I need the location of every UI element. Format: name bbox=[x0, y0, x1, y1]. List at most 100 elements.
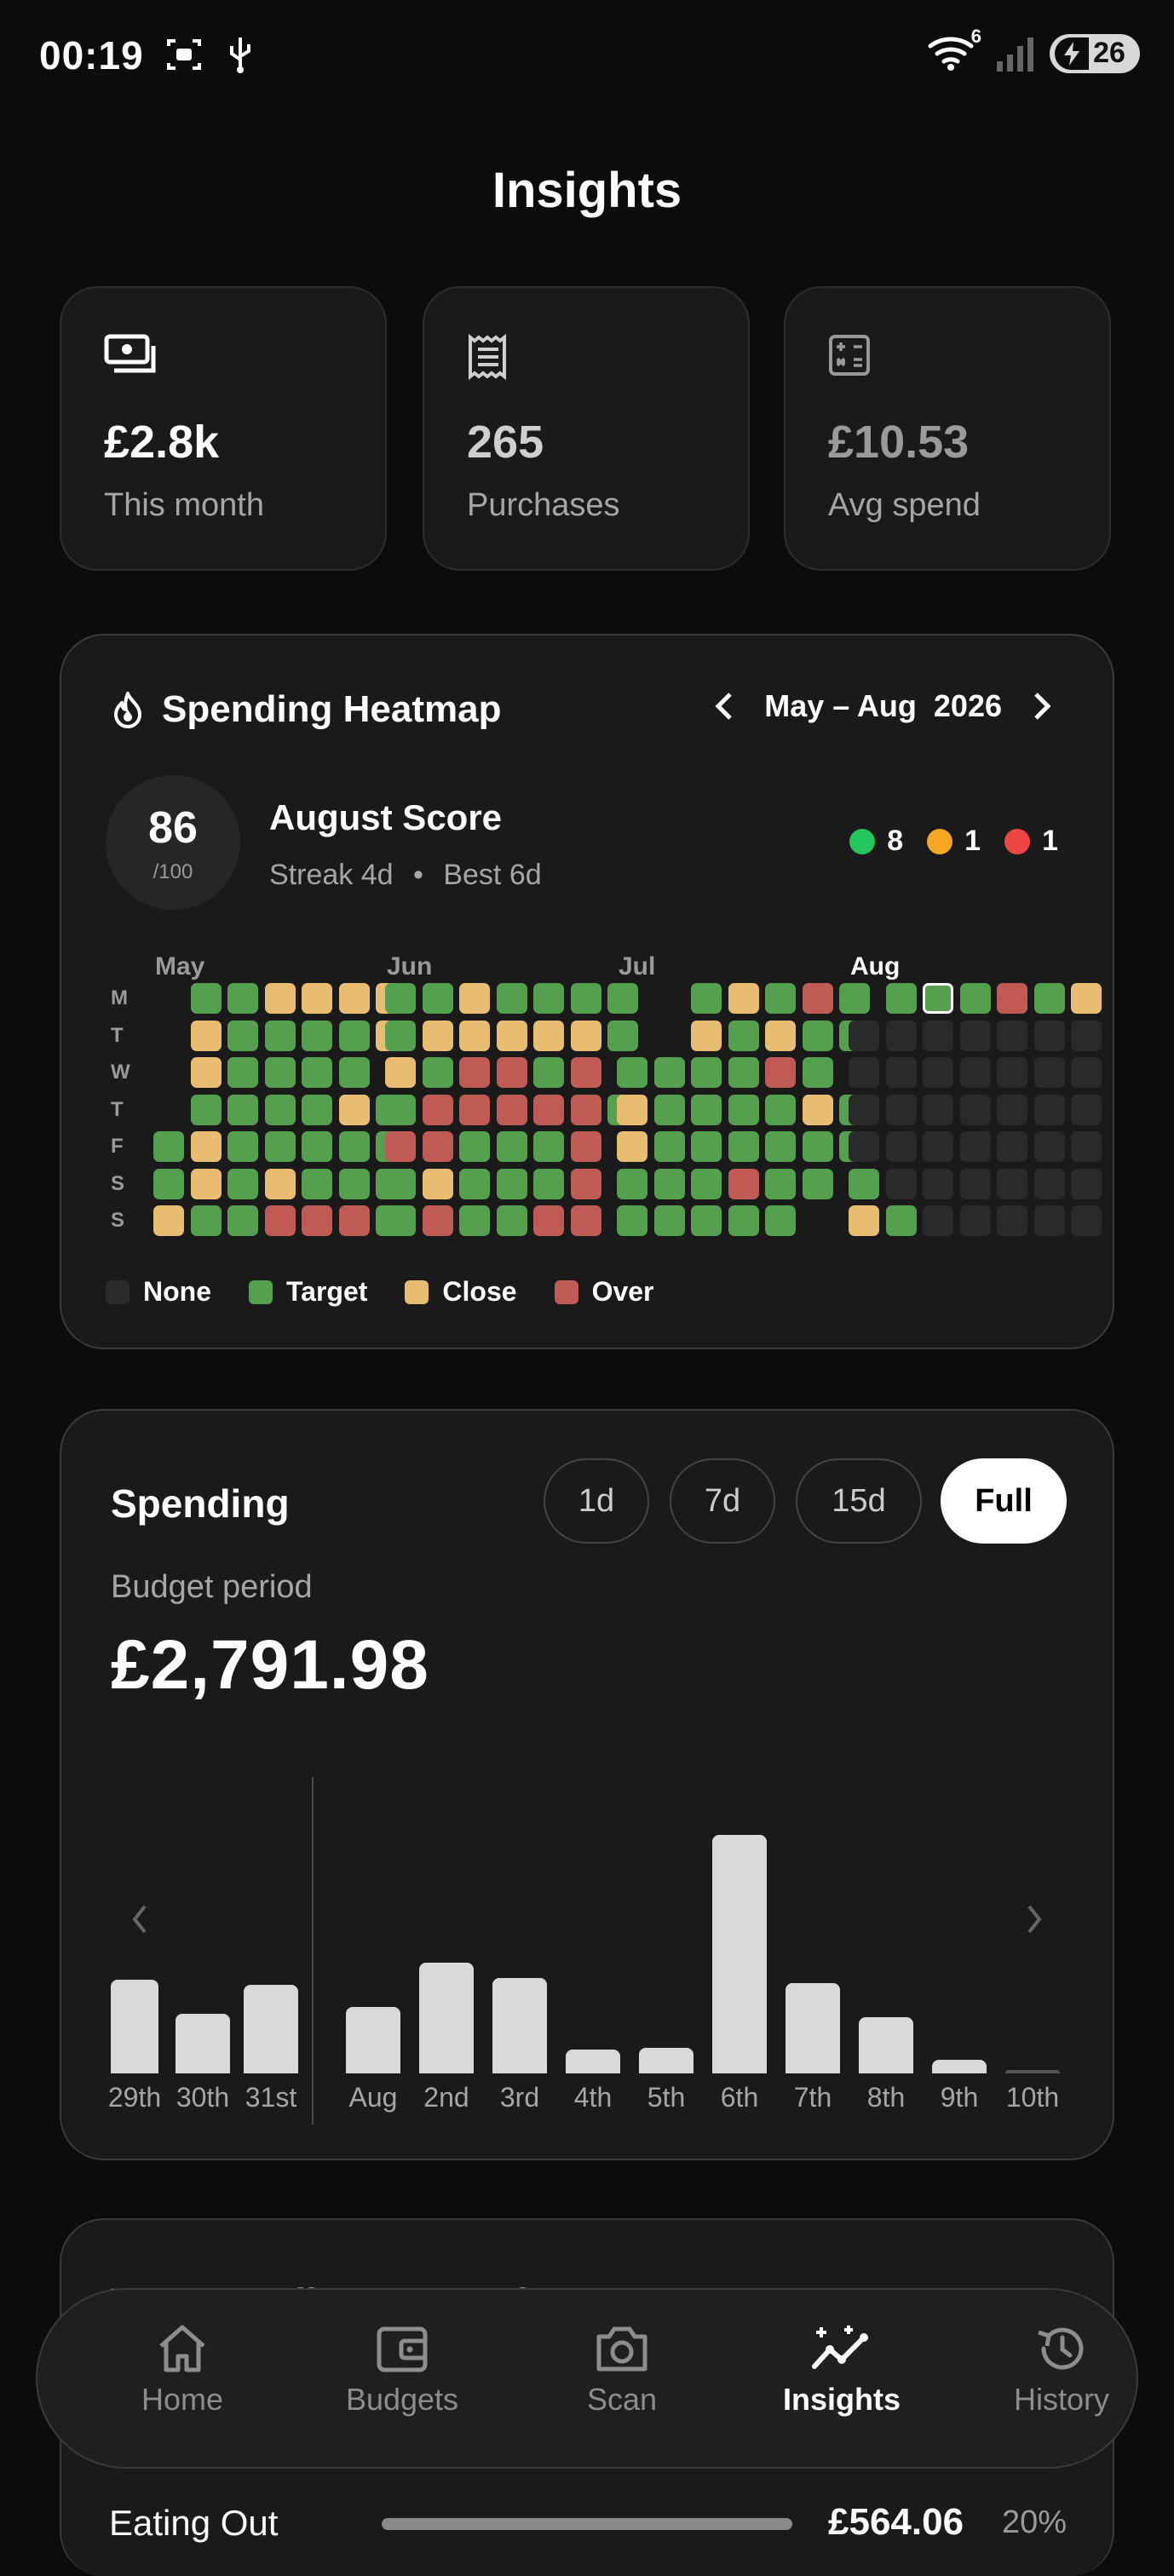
heatmap-cell[interactable] bbox=[691, 983, 722, 1014]
heatmap-cell[interactable] bbox=[959, 983, 991, 1014]
heatmap-cell[interactable] bbox=[728, 1168, 759, 1199]
heatmap-cell[interactable] bbox=[617, 1205, 647, 1236]
heatmap-cell[interactable] bbox=[997, 983, 1027, 1014]
chart-bar[interactable] bbox=[492, 1978, 547, 2073]
heatmap-cell[interactable] bbox=[849, 1131, 879, 1162]
chart-bar[interactable] bbox=[932, 2060, 987, 2073]
heatmap-cell[interactable] bbox=[264, 1131, 296, 1162]
heatmap-cell[interactable] bbox=[885, 1020, 917, 1051]
heatmap-cell[interactable] bbox=[802, 1057, 833, 1088]
heatmap-cell[interactable] bbox=[691, 1020, 722, 1051]
heatmap-cell[interactable] bbox=[728, 1205, 759, 1236]
heatmap-cell[interactable] bbox=[385, 983, 416, 1014]
heatmap-cell[interactable] bbox=[227, 1057, 258, 1088]
heatmap-cell[interactable] bbox=[190, 1057, 222, 1088]
heatmap-cell[interactable] bbox=[923, 1205, 953, 1236]
heatmap-cell[interactable] bbox=[765, 1020, 796, 1051]
heatmap-cell[interactable] bbox=[264, 1094, 296, 1125]
heatmap-cell[interactable] bbox=[997, 1094, 1027, 1125]
heatmap-cell[interactable] bbox=[496, 983, 527, 1014]
heatmap-cell[interactable] bbox=[459, 1131, 490, 1162]
heatmap-cell[interactable] bbox=[653, 1131, 685, 1162]
heatmap-cell[interactable] bbox=[459, 1094, 490, 1125]
heatmap-cell[interactable] bbox=[227, 1020, 258, 1051]
heatmap-cell[interactable] bbox=[570, 1131, 601, 1162]
heatmap-cell[interactable] bbox=[617, 1168, 647, 1199]
heatmap-cell[interactable] bbox=[570, 1168, 601, 1199]
heatmap-cell[interactable] bbox=[496, 1168, 527, 1199]
heatmap-cell[interactable] bbox=[885, 1131, 917, 1162]
heatmap-cell[interactable] bbox=[728, 1020, 759, 1051]
chart-bar[interactable] bbox=[1005, 2070, 1060, 2073]
heatmap-cell[interactable] bbox=[570, 1094, 601, 1125]
heatmap-cell[interactable] bbox=[923, 1057, 953, 1088]
heatmap-cell[interactable] bbox=[728, 1094, 759, 1125]
heatmap-cell[interactable] bbox=[617, 1094, 647, 1125]
heatmap-cell[interactable] bbox=[959, 1094, 991, 1125]
heatmap-cell[interactable] bbox=[533, 1205, 564, 1236]
heatmap-cell[interactable] bbox=[422, 1131, 453, 1162]
heatmap-cell[interactable] bbox=[1033, 1020, 1065, 1051]
heatmap-cell[interactable] bbox=[570, 1205, 601, 1236]
heatmap-cell[interactable] bbox=[765, 1131, 796, 1162]
heatmap-cell[interactable] bbox=[459, 1168, 490, 1199]
chart-bar[interactable] bbox=[639, 2048, 693, 2073]
heatmap-cell[interactable] bbox=[997, 1168, 1027, 1199]
heatmap-cell[interactable] bbox=[849, 1094, 879, 1125]
nav-home[interactable]: Home bbox=[89, 2315, 276, 2418]
heatmap-cell[interactable] bbox=[190, 983, 222, 1014]
heatmap-cell[interactable] bbox=[496, 1057, 527, 1088]
heatmap-cell[interactable] bbox=[459, 1057, 490, 1088]
heatmap-cell[interactable] bbox=[338, 983, 370, 1014]
heatmap-cell[interactable] bbox=[885, 1094, 917, 1125]
heatmap-cell[interactable] bbox=[422, 1168, 453, 1199]
heatmap-cell[interactable] bbox=[533, 1131, 564, 1162]
heatmap-cell[interactable] bbox=[302, 1205, 332, 1236]
heatmap-cell[interactable] bbox=[153, 1168, 184, 1199]
heatmap-cell[interactable] bbox=[959, 1131, 991, 1162]
heatmap-cell[interactable] bbox=[496, 1020, 527, 1051]
heatmap-cell[interactable] bbox=[885, 1205, 917, 1236]
heatmap-cell[interactable] bbox=[997, 1131, 1027, 1162]
heatmap-cell[interactable] bbox=[302, 983, 332, 1014]
heatmap-cell[interactable] bbox=[1033, 983, 1065, 1014]
heatmap-cell[interactable] bbox=[422, 983, 453, 1014]
heatmap-cell[interactable] bbox=[885, 1168, 917, 1199]
heatmap-cell[interactable] bbox=[1071, 1057, 1102, 1088]
heatmap-cell[interactable] bbox=[802, 1131, 833, 1162]
heatmap-cell[interactable] bbox=[264, 1205, 296, 1236]
heatmap-cell[interactable] bbox=[653, 1094, 685, 1125]
heatmap-cell[interactable] bbox=[728, 983, 759, 1014]
heatmap-cell[interactable] bbox=[570, 1020, 601, 1051]
heatmap-cell[interactable] bbox=[765, 1205, 796, 1236]
heatmap-cell[interactable] bbox=[959, 1205, 991, 1236]
heatmap-cell[interactable] bbox=[533, 1168, 564, 1199]
heatmap-cell[interactable] bbox=[422, 1057, 453, 1088]
heatmap-cell[interactable] bbox=[338, 1168, 370, 1199]
heatmap-cell[interactable] bbox=[802, 1020, 833, 1051]
chart-bar[interactable] bbox=[566, 2050, 620, 2073]
heatmap-cell[interactable] bbox=[849, 1020, 879, 1051]
heatmap-cell[interactable] bbox=[653, 1057, 685, 1088]
heatmap-cell[interactable] bbox=[153, 1131, 184, 1162]
heatmap-cell[interactable] bbox=[496, 1094, 527, 1125]
heatmap-cell[interactable] bbox=[496, 1205, 527, 1236]
heatmap-cell[interactable] bbox=[533, 1057, 564, 1088]
chart-bar[interactable] bbox=[859, 2017, 913, 2073]
chart-bar[interactable] bbox=[712, 1835, 767, 2073]
heatmap-cell[interactable] bbox=[227, 1131, 258, 1162]
heatmap-cell[interactable] bbox=[459, 983, 490, 1014]
heatmap-cell[interactable] bbox=[459, 1205, 490, 1236]
heatmap-cell[interactable] bbox=[385, 1057, 416, 1088]
heatmap-cell[interactable] bbox=[849, 1168, 879, 1199]
chart-bar[interactable] bbox=[346, 2007, 400, 2073]
heatmap-cell[interactable] bbox=[691, 1094, 722, 1125]
heatmap-cell[interactable] bbox=[959, 1057, 991, 1088]
heatmap-cell[interactable] bbox=[728, 1057, 759, 1088]
heatmap-cell[interactable] bbox=[496, 1131, 527, 1162]
heatmap-cell[interactable] bbox=[691, 1131, 722, 1162]
heatmap-cell[interactable] bbox=[385, 1205, 416, 1236]
heatmap-cell[interactable] bbox=[691, 1168, 722, 1199]
heatmap-cell[interactable] bbox=[617, 1057, 647, 1088]
heatmap-cell[interactable] bbox=[849, 1205, 879, 1236]
